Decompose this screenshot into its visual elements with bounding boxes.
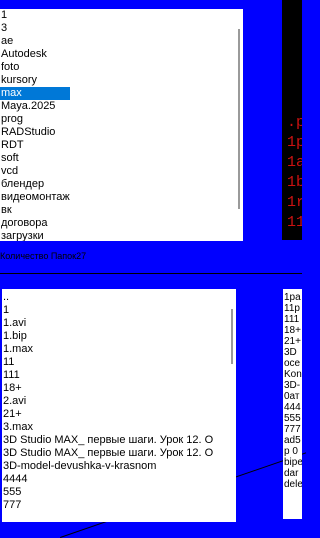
- folder-list-item[interactable]: видеомонтаж: [0, 191, 70, 204]
- folder-list-item[interactable]: vcd: [0, 165, 70, 178]
- file-list-item[interactable]: 1: [2, 304, 213, 317]
- right-list-item[interactable]: 555: [283, 413, 302, 424]
- right-list-item[interactable]: 0ат: [283, 391, 302, 402]
- right-list: 1ра 11р 111 18+ 21+ 3D осе Kon 3D- 0ат 444 555 777 ad…: [283, 292, 302, 490]
- right-list-item[interactable]: Kon: [283, 369, 302, 380]
- console-line: 11: [287, 214, 302, 231]
- folder-list-item[interactable]: prog: [0, 113, 70, 126]
- folder-list-item[interactable]: 3: [0, 22, 70, 35]
- file-list-item[interactable]: 2.avi: [2, 395, 213, 408]
- right-list-item[interactable]: осе: [283, 358, 302, 369]
- folder-list-item[interactable]: 1: [0, 9, 70, 22]
- right-list-item[interactable]: ad5: [283, 435, 302, 446]
- console-line: 1p: [287, 134, 302, 151]
- right-list-item[interactable]: dele: [283, 479, 302, 490]
- file-list-item[interactable]: 1.max: [2, 343, 213, 356]
- console-line: 1a: [287, 154, 302, 171]
- file-list-item[interactable]: 3D Studio MAX_ первые шаги. Урок 12. О: [2, 434, 213, 447]
- folder-list-item[interactable]: Autodesk: [0, 48, 70, 61]
- folder-listbox[interactable]: 1 3 ae Autodesk foto kursory max Maya.2025 prog R…: [0, 9, 243, 241]
- folder-list-item[interactable]: RDT: [0, 139, 70, 152]
- right-list-item[interactable]: 3D-: [283, 380, 302, 391]
- right-list-item[interactable]: bipe: [283, 457, 302, 468]
- right-list-item[interactable]: 18+: [283, 325, 302, 336]
- console-line: 1r: [287, 194, 302, 211]
- file-listbox[interactable]: .. 1 1.avi 1.bip 1.max 11 111 18+ 2.avi 21+ 3.max 3…: [2, 289, 236, 522]
- folder-list-item[interactable]: kursory: [0, 74, 70, 87]
- file-list: .. 1 1.avi 1.bip 1.max 11 111 18+ 2.avi 21+ 3.max 3…: [2, 291, 213, 512]
- right-list-item[interactable]: 444: [283, 402, 302, 413]
- file-list-item[interactable]: 111: [2, 369, 213, 382]
- file-list-item[interactable]: 3D-model-devushka-v-krasnom: [2, 460, 213, 473]
- console-panel: .p 1p 1a 1b 1r 11: [282, 0, 302, 240]
- folder-list-item[interactable]: RADStudio: [0, 126, 70, 139]
- right-list-item[interactable]: 3D: [283, 347, 302, 358]
- folder-list-item[interactable]: Maya.2025: [0, 100, 70, 113]
- folder-count-status: Количество Папок27: [0, 251, 87, 261]
- file-list-item[interactable]: 3D Studio MAX_ первые шаги. Урок 12. О: [2, 447, 213, 460]
- file-list-item[interactable]: 21+: [2, 408, 213, 421]
- right-list-item[interactable]: 777: [283, 424, 302, 435]
- folder-list-item[interactable]: ae: [0, 35, 70, 48]
- folder-list-scrollbar[interactable]: [238, 29, 240, 209]
- right-list-item[interactable]: 1ра: [283, 292, 302, 303]
- right-list-item[interactable]: 21+: [283, 336, 302, 347]
- folder-list-item[interactable]: загрузки: [0, 230, 70, 241]
- file-list-item[interactable]: 4444: [2, 473, 213, 486]
- file-list-item[interactable]: 18+: [2, 382, 213, 395]
- file-list-item[interactable]: 555: [2, 486, 213, 499]
- file-list-item[interactable]: 1.bip: [2, 330, 213, 343]
- file-list-item[interactable]: ..: [2, 291, 213, 304]
- console-line: 1b: [287, 174, 302, 191]
- folder-list-item[interactable]: max: [0, 87, 70, 100]
- right-list-item[interactable]: 111: [283, 314, 302, 325]
- file-list-item[interactable]: 777: [2, 499, 213, 512]
- folder-list-item[interactable]: блендер: [0, 178, 70, 191]
- right-listbox[interactable]: 1ра 11р 111 18+ 21+ 3D осе Kon 3D- 0ат 444 555 777 ad…: [283, 289, 302, 519]
- folder-list: 1 3 ae Autodesk foto kursory max Maya.2025 prog R…: [0, 9, 70, 241]
- folder-list-item[interactable]: foto: [0, 61, 70, 74]
- console-line: .p: [287, 114, 302, 131]
- folder-list-item[interactable]: договора: [0, 217, 70, 230]
- file-list-item[interactable]: 3.max: [2, 421, 213, 434]
- folder-list-item[interactable]: вк: [0, 204, 70, 217]
- folder-list-item[interactable]: soft: [0, 152, 70, 165]
- file-list-item[interactable]: 1.avi: [2, 317, 213, 330]
- horizontal-divider: [0, 273, 302, 274]
- right-list-item[interactable]: dar: [283, 468, 302, 479]
- right-list-item[interactable]: 11р: [283, 303, 302, 314]
- file-list-scrollbar[interactable]: [231, 309, 233, 364]
- file-list-item[interactable]: 11: [2, 356, 213, 369]
- right-list-item[interactable]: p 0: [283, 446, 302, 457]
